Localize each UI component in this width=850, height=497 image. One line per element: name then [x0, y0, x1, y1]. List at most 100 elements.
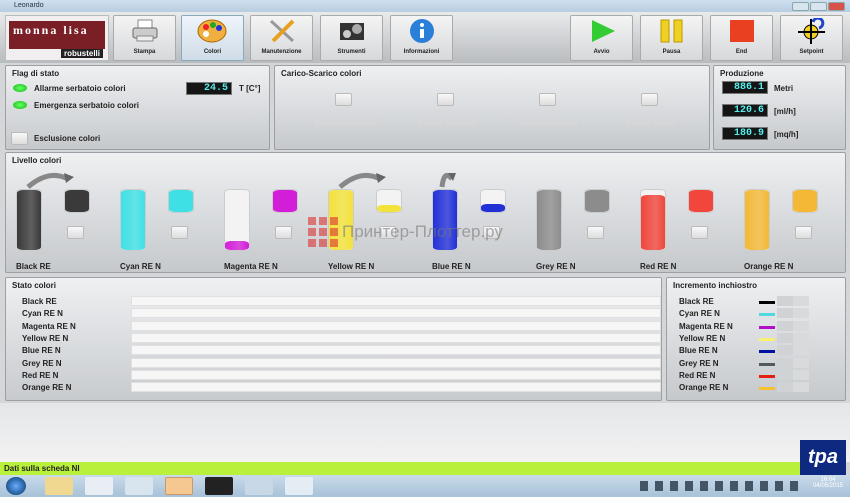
sub-tank-level [481, 204, 505, 212]
temperature-unit: T [C°] [239, 84, 261, 93]
tpa-logo: tpa [800, 440, 846, 475]
carico-option-label: Carico subtank [418, 118, 476, 127]
tank-checkbox[interactable] [67, 226, 84, 239]
tank-checkbox[interactable] [795, 226, 812, 239]
incremento-box [777, 369, 793, 380]
tank-checkbox[interactable] [587, 226, 604, 239]
watermark-logo-icon [308, 217, 338, 247]
title-bar: Leonardo [0, 0, 850, 12]
taskbar-tool-icon[interactable] [245, 477, 273, 495]
main-tank-level [121, 190, 145, 250]
pause-icon [641, 16, 702, 46]
exclusion-label: Esclusione colori [34, 134, 101, 143]
color-swatch [759, 325, 775, 329]
close-button[interactable] [828, 2, 845, 11]
tank-checkbox[interactable] [691, 226, 708, 239]
incremento-box [777, 320, 793, 331]
start-button[interactable] [6, 477, 26, 495]
taskbar-doc-icon[interactable] [85, 477, 113, 495]
watermark-text: Принтер-Плоттер.ру [342, 222, 503, 241]
incremento-box [793, 345, 809, 356]
tank-label: Grey RE N [536, 262, 576, 271]
clock-date: 04/05/2015 [812, 483, 844, 489]
temperature-display: 24.5 [186, 82, 232, 95]
stato-row-bar [131, 357, 661, 368]
color-swatch [759, 374, 775, 378]
system-tray-icons[interactable] [640, 481, 800, 491]
avvio-button[interactable]: Avvio [570, 15, 633, 61]
setpoint-button[interactable]: Setpoint [780, 15, 843, 61]
sub-tank [792, 189, 818, 213]
sub-tank [688, 189, 714, 213]
stato-row-label: Magenta RE N [22, 321, 76, 331]
status-message: Dati sulla scheda NI [4, 464, 80, 473]
pausa-button[interactable]: Pausa [640, 15, 703, 61]
taskbar-app-icon[interactable] [125, 477, 153, 495]
incremento-box [777, 296, 793, 306]
button-label: Setpoint [799, 49, 824, 55]
sub-tank [272, 189, 298, 213]
tank-group-blue: Blue RE N [430, 153, 530, 273]
sub-tank-level [377, 205, 401, 212]
incremento-row-label: Yellow RE N [679, 333, 726, 343]
button-label: End [735, 49, 748, 55]
produzione-unit: [ml/h] [774, 107, 796, 116]
tank-checkbox[interactable] [275, 226, 292, 239]
carico-checkbox[interactable] [335, 93, 352, 106]
printer-icon [114, 16, 175, 46]
incremento-box [793, 320, 809, 331]
stato-row-bar [131, 369, 661, 380]
play-icon [571, 16, 632, 46]
stato-row-bar [131, 332, 661, 343]
emergency-label: Emergenza serbatoio colori [34, 101, 139, 110]
incremento-box [777, 382, 793, 393]
taskbar-vp-icon[interactable] [205, 477, 233, 495]
strumenti-button[interactable]: Strumenti [320, 15, 383, 61]
stampa-button[interactable]: Stampa [113, 15, 176, 61]
exclusion-checkbox[interactable] [11, 132, 28, 145]
incremento-row-label: Grey RE N [679, 358, 719, 368]
color-swatch [759, 301, 775, 304]
sub-tank [168, 189, 194, 213]
button-label: Manutenzione [261, 49, 302, 55]
sub-tank-level [585, 190, 609, 212]
main-tank [744, 189, 770, 251]
tank-group-orange: Orange RE N [742, 153, 842, 273]
sub-tank [584, 189, 610, 213]
color-swatch [759, 362, 775, 366]
tank-group-magenta: Magenta RE N [222, 153, 322, 273]
carico-checkbox[interactable] [641, 93, 658, 106]
tank-label: Orange RE N [744, 262, 794, 271]
taskbar-leonardo-icon[interactable] [165, 477, 193, 495]
taskbar-explorer-icon[interactable] [45, 477, 73, 495]
produzione-unit: [mq/h] [774, 130, 799, 139]
button-label: Colori [203, 49, 222, 55]
manutenzione-button[interactable]: Manutenzione [250, 15, 313, 61]
carico-option-label: Carico sistema [520, 118, 578, 127]
tank-label: Cyan RE N [120, 262, 161, 271]
stato-row-label: Blue RE N [22, 346, 61, 356]
button-label: Informazioni [403, 49, 440, 55]
stop-icon [711, 16, 772, 46]
minimize-button[interactable] [792, 2, 809, 11]
stato-panel: Stato colori Black RE Cyan RE N Magenta RE… [5, 277, 662, 401]
incremento-title: Incremento inchiostro [673, 281, 758, 290]
colori-button[interactable]: Colori [181, 15, 244, 61]
color-swatch [759, 313, 775, 317]
carico-checkbox[interactable] [539, 93, 556, 106]
transfer-arrow-icon [438, 167, 458, 189]
maximize-button[interactable] [810, 2, 827, 11]
carico-checkbox[interactable] [437, 93, 454, 106]
informazioni-button[interactable]: Informazioni [390, 15, 453, 61]
stato-row-label: Cyan RE N [22, 309, 63, 319]
produzione-value: 886.1 [722, 81, 768, 94]
incremento-box [793, 308, 809, 319]
incremento-row-label: Blue RE N [679, 346, 718, 356]
taskbar-network-icon[interactable] [285, 477, 313, 495]
stato-row-bar [131, 308, 661, 319]
incremento-row-label: Magenta RE N [679, 321, 733, 331]
end-button[interactable]: End [710, 15, 773, 61]
tank-checkbox[interactable] [171, 226, 188, 239]
sub-tank [480, 189, 506, 213]
incremento-panel: Incremento inchiostro Black RE Cyan RE N M… [666, 277, 846, 401]
